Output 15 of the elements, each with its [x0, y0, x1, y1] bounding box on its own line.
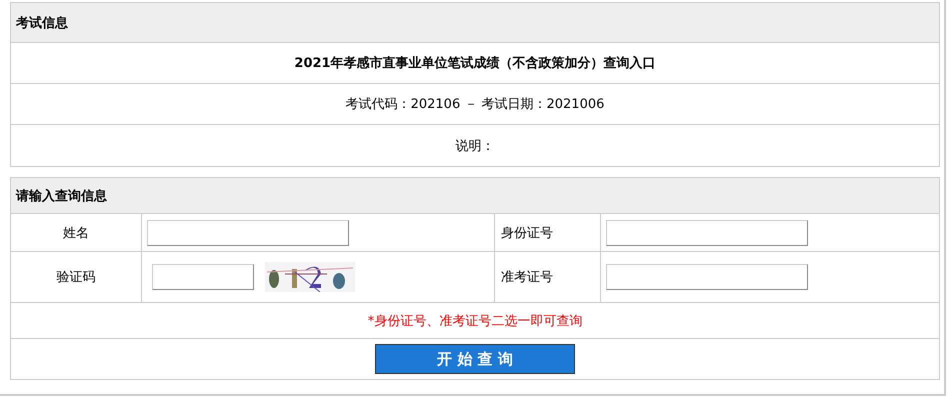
captcha-input[interactable] [152, 264, 254, 290]
hint-text: *身份证号、准考证号二选一即可查询 [368, 312, 582, 330]
section-heading: 考试信息 [11, 3, 939, 43]
field-label: 身份证号 [501, 224, 553, 242]
note-label: 说明： [456, 138, 494, 154]
field-label: 验证码 [56, 269, 96, 286]
text-input[interactable] [147, 220, 349, 246]
submit-button[interactable]: 开 始 查 询 [375, 344, 575, 374]
exam-code-line: 考试代码：202106 － 考试日期：2021006 [346, 96, 604, 113]
text-input[interactable] [606, 264, 808, 290]
field-label: 准考证号 [501, 269, 553, 286]
field-label: 姓名 [63, 224, 89, 242]
section-heading: 请输入查询信息 [11, 178, 939, 214]
exam-title: 2021年孝感市直事业单位笔试成绩（不含政策加分）查询入口 [294, 54, 656, 72]
text-input[interactable] [606, 220, 808, 246]
